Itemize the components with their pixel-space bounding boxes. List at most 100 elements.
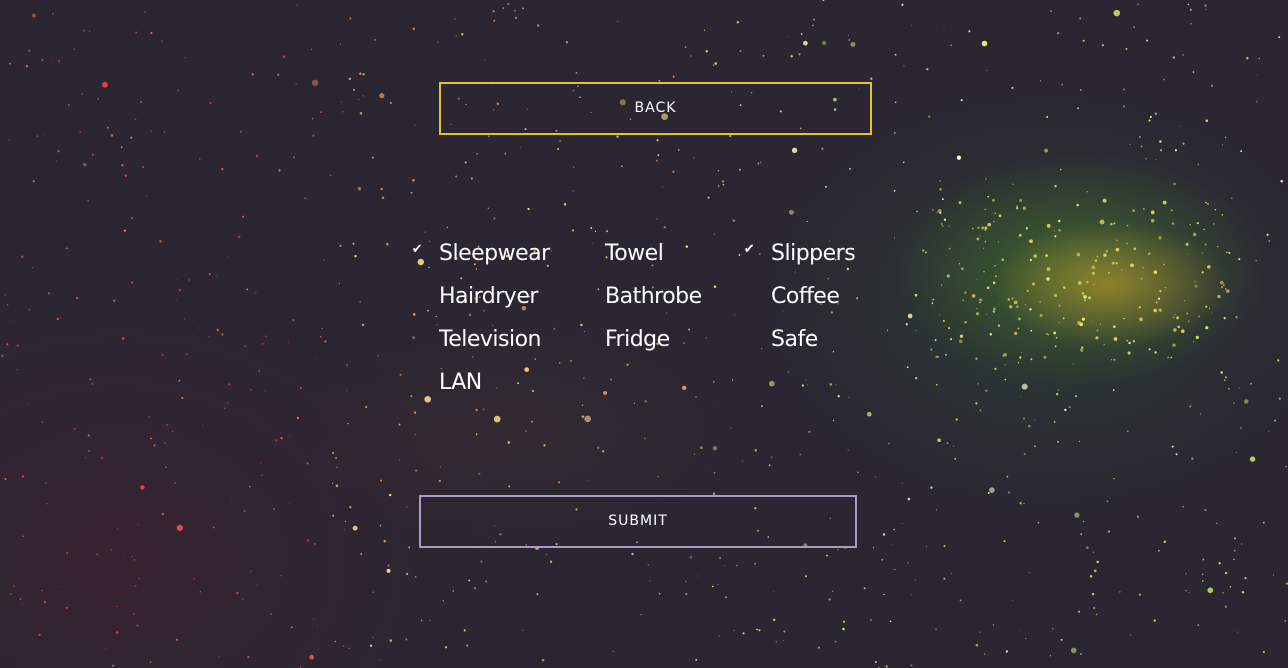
star xyxy=(359,72,362,75)
amenity-hairdryer[interactable]: Hairdryer xyxy=(439,275,605,318)
amenity-label: Television xyxy=(439,327,542,352)
star xyxy=(1222,284,1225,287)
star xyxy=(91,383,94,385)
back-button[interactable]: BACK xyxy=(439,82,872,135)
amenity-safe[interactable]: Safe xyxy=(771,318,919,361)
star xyxy=(183,318,186,320)
amenity-fridge[interactable]: Fridge xyxy=(605,318,771,361)
star xyxy=(1057,32,1060,35)
star xyxy=(934,339,937,342)
star xyxy=(837,549,839,551)
star xyxy=(1278,397,1281,400)
star xyxy=(1158,297,1161,300)
star xyxy=(150,31,153,35)
star xyxy=(21,602,24,605)
star xyxy=(464,161,467,164)
star xyxy=(243,510,246,512)
star xyxy=(87,434,90,437)
star xyxy=(1103,253,1107,257)
star xyxy=(504,152,507,155)
star xyxy=(1108,530,1111,533)
star xyxy=(249,485,251,488)
star xyxy=(565,41,568,44)
star xyxy=(1012,599,1014,601)
star xyxy=(914,579,916,581)
star xyxy=(1034,445,1036,447)
star xyxy=(948,327,951,330)
star xyxy=(380,479,383,482)
star xyxy=(389,639,393,642)
star xyxy=(847,449,849,451)
star xyxy=(707,196,710,199)
star xyxy=(1126,430,1129,433)
star xyxy=(362,73,365,76)
star xyxy=(349,505,352,509)
star xyxy=(1162,200,1167,205)
submit-button[interactable]: SUBMIT xyxy=(419,495,857,548)
star xyxy=(581,415,585,418)
star xyxy=(1158,236,1162,240)
star xyxy=(717,169,720,172)
amenity-slippers[interactable]: ✔ Slippers xyxy=(744,232,919,275)
star xyxy=(724,565,726,567)
star xyxy=(1068,405,1071,409)
star xyxy=(1250,382,1252,385)
star xyxy=(1113,325,1116,328)
star xyxy=(398,423,401,426)
star xyxy=(293,156,296,159)
star xyxy=(482,408,485,410)
amenity-television[interactable]: Television xyxy=(439,318,605,361)
amenity-bathrobe[interactable]: Bathrobe xyxy=(605,275,771,318)
star xyxy=(1191,457,1194,460)
star xyxy=(242,215,245,218)
star xyxy=(1236,631,1238,633)
star xyxy=(1201,252,1203,254)
star xyxy=(227,402,229,404)
amenity-sleepwear[interactable]: ✔ Sleepwear xyxy=(412,232,605,275)
star xyxy=(487,135,490,138)
star xyxy=(685,580,687,583)
star xyxy=(1175,453,1178,456)
star xyxy=(349,17,352,20)
star xyxy=(372,156,374,159)
star xyxy=(1262,521,1265,524)
star xyxy=(1235,316,1238,319)
star xyxy=(558,481,560,484)
star xyxy=(936,211,938,214)
star xyxy=(1025,227,1029,230)
star xyxy=(135,31,138,34)
star xyxy=(948,247,951,250)
star xyxy=(1102,198,1107,203)
star xyxy=(1185,242,1189,246)
star xyxy=(379,525,382,527)
star xyxy=(1205,326,1209,330)
star xyxy=(330,174,332,176)
star xyxy=(1241,543,1243,545)
star xyxy=(1003,353,1007,357)
amenity-label: Safe xyxy=(771,327,818,352)
amenity-coffee[interactable]: Coffee xyxy=(771,275,919,318)
star xyxy=(1224,379,1226,381)
star xyxy=(1190,22,1192,25)
star xyxy=(1255,74,1257,76)
amenity-lan[interactable]: LAN xyxy=(439,361,605,404)
star xyxy=(299,387,302,390)
star xyxy=(984,228,987,232)
star xyxy=(1016,305,1019,308)
star xyxy=(436,324,438,326)
star xyxy=(1019,502,1022,505)
star xyxy=(9,62,11,65)
star xyxy=(1149,116,1152,118)
star xyxy=(1196,222,1199,225)
star xyxy=(16,344,20,347)
star xyxy=(331,482,333,484)
star xyxy=(1017,361,1020,364)
star xyxy=(323,259,325,261)
star xyxy=(942,198,944,200)
star xyxy=(455,35,457,37)
star xyxy=(424,395,432,403)
star xyxy=(531,420,533,423)
star xyxy=(987,222,991,227)
star xyxy=(994,212,997,215)
star xyxy=(309,654,314,660)
